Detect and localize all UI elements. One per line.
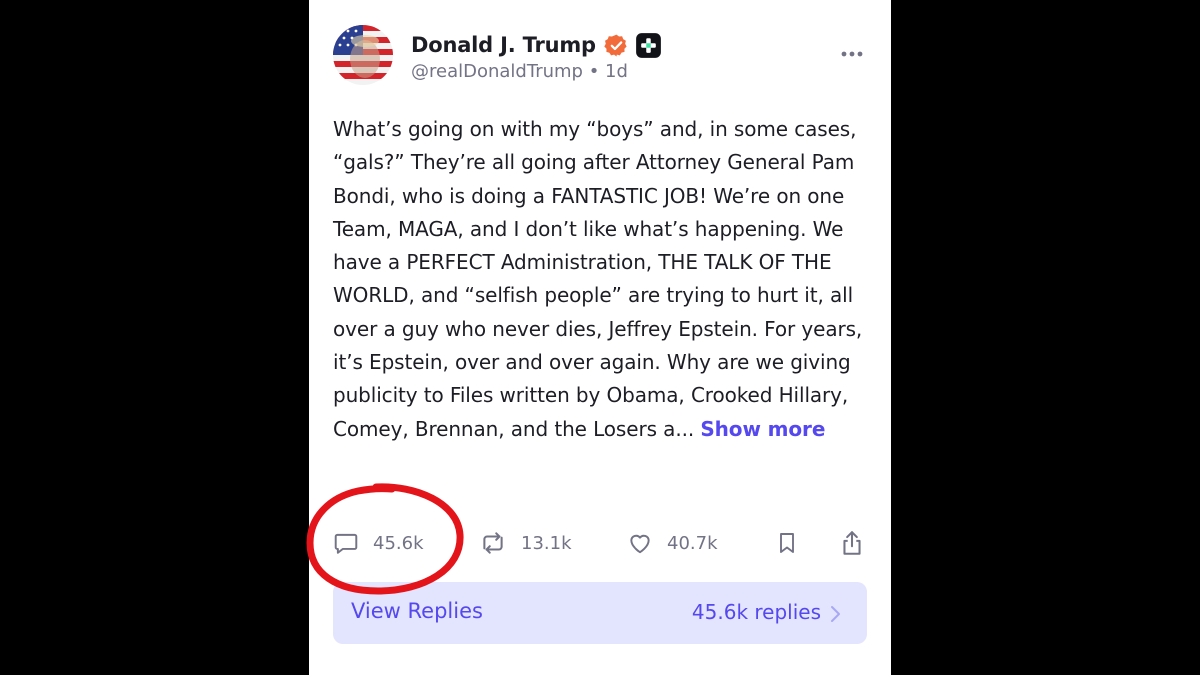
more-options-icon[interactable] xyxy=(839,44,865,64)
heart-icon xyxy=(630,534,650,554)
post-timestamp[interactable]: 1d xyxy=(605,61,628,82)
reply-count: 45.6k xyxy=(373,532,424,554)
verified-badge-icon xyxy=(604,33,629,58)
reply-button[interactable]: 45.6k xyxy=(333,524,424,562)
like-count: 40.7k xyxy=(667,532,718,554)
repost-icon xyxy=(483,532,503,554)
chevron-right-icon xyxy=(831,606,840,622)
post-body: What’s going on with my “boys” and, in s… xyxy=(333,113,863,446)
share-icon xyxy=(843,531,861,555)
view-replies-label: View Replies xyxy=(351,599,483,623)
replies-count-label: 45.6k replies xyxy=(691,600,821,624)
author-display-name[interactable]: Donald J. Trump xyxy=(411,33,596,57)
post-card: Donald J. Trump @realDonaldTrump • 1d Wh… xyxy=(309,0,891,675)
bookmark-button[interactable] xyxy=(775,524,799,562)
plus-badge-icon xyxy=(635,32,662,59)
view-replies-bar[interactable]: View Replies 45.6k replies xyxy=(333,582,867,644)
author-name-row: Donald J. Trump xyxy=(411,28,662,62)
retruth-count: 13.1k xyxy=(521,532,572,554)
show-more-link[interactable]: Show more xyxy=(700,417,825,441)
retruth-button[interactable]: 13.1k xyxy=(479,524,572,562)
share-button[interactable] xyxy=(839,524,865,562)
author-avatar[interactable] xyxy=(333,25,393,85)
post-actions: 45.6k 13.1k 40.7k xyxy=(333,524,865,562)
author-handle[interactable]: @realDonaldTrump xyxy=(411,61,583,82)
screen: Donald J. Trump @realDonaldTrump • 1d Wh… xyxy=(0,0,1200,675)
avatar-flag-portrait-icon xyxy=(333,25,393,85)
like-button[interactable]: 40.7k xyxy=(627,524,718,562)
bookmark-icon xyxy=(780,533,794,553)
author-meta: @realDonaldTrump • 1d xyxy=(411,61,628,82)
post-text: What’s going on with my “boys” and, in s… xyxy=(333,117,863,441)
comment-icon xyxy=(334,533,358,554)
meta-separator: • xyxy=(588,61,606,82)
